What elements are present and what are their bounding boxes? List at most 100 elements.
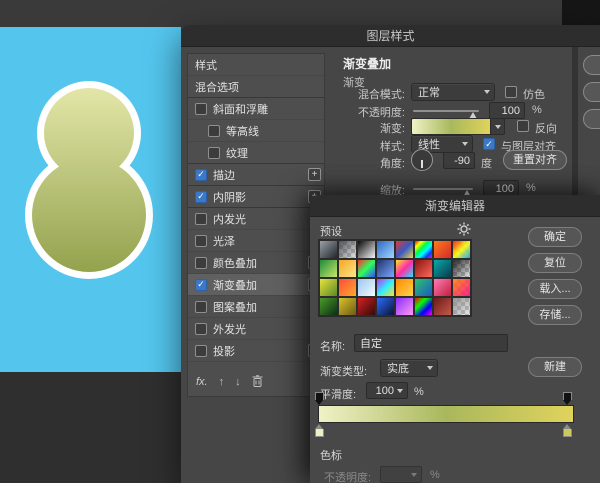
gradient-preset[interactable] [395, 240, 414, 259]
gradient-preset[interactable] [319, 259, 338, 278]
gradient-preset-fill [453, 241, 470, 258]
gradient-preset[interactable] [452, 240, 471, 259]
effects-list-item[interactable]: 内发光 [188, 208, 324, 230]
effects-list-item[interactable]: ✓渐变叠加+ [188, 274, 324, 296]
gradient-type-select[interactable]: 实底 [380, 359, 438, 377]
gradient-preset[interactable] [319, 278, 338, 297]
effects-list-item[interactable]: ✓ 描边 + [188, 164, 324, 186]
gradient-preset[interactable] [395, 259, 414, 278]
blend-mode-select[interactable]: 正常 [411, 83, 495, 101]
effect-checkbox[interactable]: ✓ [195, 279, 207, 291]
gradient-preset[interactable] [338, 259, 357, 278]
effects-list-item[interactable]: 投影+ [188, 340, 324, 362]
gradient-preset[interactable] [376, 278, 395, 297]
effect-checkbox[interactable] [195, 103, 207, 115]
reset-align-button[interactable]: 重置对齐 [503, 150, 567, 170]
gradient-preview-dropdown[interactable] [491, 118, 505, 135]
gradient-preset[interactable] [433, 278, 452, 297]
gradient-preset[interactable] [433, 259, 452, 278]
reverse-checkbox[interactable] [517, 120, 529, 132]
gradient-preset[interactable] [376, 259, 395, 278]
gradient-preset[interactable] [357, 240, 376, 259]
effect-checkbox[interactable] [195, 301, 207, 313]
effect-checkbox[interactable] [195, 345, 207, 357]
move-up-icon[interactable]: ↑ [219, 376, 225, 388]
gradient-name-input[interactable] [354, 334, 508, 352]
new-button[interactable]: 新建 [528, 357, 582, 377]
gradient-preset[interactable] [357, 297, 376, 316]
gradient-preset[interactable] [338, 297, 357, 316]
gradient-preset[interactable] [433, 240, 452, 259]
gradient-preset[interactable] [433, 297, 452, 316]
ok-button-cutoff[interactable] [583, 55, 600, 75]
color-stop-left[interactable] [314, 424, 325, 437]
effect-label: 描边 [213, 167, 302, 183]
add-effect-icon[interactable]: + [308, 168, 321, 181]
layer-style-title: 图层样式 [366, 29, 414, 43]
gradient-preset[interactable] [452, 278, 471, 297]
color-stop-right[interactable] [562, 424, 573, 437]
effects-list-item[interactable]: 外发光 [188, 318, 324, 340]
effects-list-item[interactable]: 图案叠加 [188, 296, 324, 318]
effect-checkbox[interactable]: ✓ [195, 169, 207, 181]
gradient-preset[interactable] [452, 297, 471, 316]
new-style-button-cutoff[interactable] [583, 109, 600, 129]
effect-checkbox[interactable] [208, 125, 220, 137]
fx-icon[interactable]: fx. [196, 376, 208, 388]
gradient-preset[interactable] [376, 297, 395, 316]
effect-checkbox[interactable] [195, 235, 207, 247]
opacity-slider[interactable] [413, 110, 479, 112]
effects-list-item[interactable]: 等高线 [188, 120, 324, 142]
gradient-preset[interactable] [414, 240, 433, 259]
gradient-preset-fill [396, 241, 413, 258]
effects-list-item[interactable]: 混合选项 [188, 76, 324, 98]
smoothness-value[interactable]: 100 [366, 382, 408, 399]
trash-icon[interactable] [252, 375, 263, 390]
gradient-preset-fill [415, 298, 432, 315]
effects-list-item[interactable]: ✓内阴影+ [188, 186, 324, 208]
gradient-preset[interactable] [414, 297, 433, 316]
save-button[interactable]: 存储... [528, 305, 582, 325]
angle-value[interactable]: -90 [443, 152, 475, 169]
reset-button[interactable]: 复位 [528, 253, 582, 273]
canvas[interactable] [0, 27, 181, 372]
gradient-preset[interactable] [414, 259, 433, 278]
scale-slider[interactable] [413, 188, 473, 190]
move-down-icon[interactable]: ↓ [235, 376, 241, 388]
gradient-preset[interactable] [395, 297, 414, 316]
gradient-bar[interactable] [318, 405, 574, 423]
panel-background [562, 0, 600, 25]
gradient-preset[interactable] [376, 240, 395, 259]
layer-style-titlebar[interactable]: 图层样式 [181, 25, 600, 47]
effect-checkbox[interactable]: ✓ [195, 191, 207, 203]
cancel-button-cutoff[interactable] [583, 82, 600, 102]
effect-checkbox[interactable] [195, 257, 207, 269]
load-button[interactable]: 载入... [528, 279, 582, 299]
gradient-preset[interactable] [338, 278, 357, 297]
gradient-preset[interactable] [452, 259, 471, 278]
effects-list-item[interactable]: 样式 [188, 54, 324, 76]
gradient-preset[interactable] [319, 240, 338, 259]
gradient-preset[interactable] [338, 240, 357, 259]
gradient-preset[interactable] [357, 278, 376, 297]
effects-list-item[interactable]: 光泽 [188, 230, 324, 252]
gradient-preset[interactable] [357, 259, 376, 278]
gradient-editor-titlebar[interactable]: 渐变编辑器 [310, 195, 600, 217]
gradient-preset[interactable] [395, 278, 414, 297]
effect-checkbox[interactable] [195, 213, 207, 225]
gradient-preset[interactable] [414, 278, 433, 297]
effects-list-item[interactable]: 斜面和浮雕 [188, 98, 324, 120]
gradient-preview[interactable] [411, 118, 491, 135]
gradient-preset[interactable] [319, 297, 338, 316]
opacity-stop-right[interactable] [562, 392, 573, 405]
angle-dial[interactable] [411, 149, 433, 171]
effects-list-item[interactable]: 纹理 [188, 142, 324, 164]
gradient-preset-fill [434, 241, 451, 258]
dither-checkbox[interactable] [505, 86, 517, 98]
opacity-stop-left[interactable] [314, 392, 325, 405]
effects-list-item[interactable]: 颜色叠加+ [188, 252, 324, 274]
ok-button[interactable]: 确定 [528, 227, 582, 247]
effect-checkbox[interactable] [195, 323, 207, 335]
effect-checkbox[interactable] [208, 147, 220, 159]
gear-icon[interactable] [457, 222, 471, 236]
